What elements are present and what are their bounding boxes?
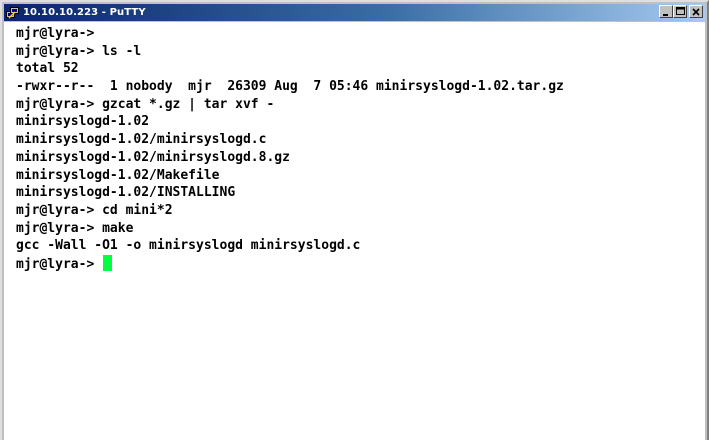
maximize-button[interactable]	[673, 5, 687, 18]
terminal-line: minirsyslogd-1.02/minirsyslogd.8.gz	[16, 149, 290, 165]
terminal-line: minirsyslogd-1.02	[16, 114, 150, 130]
close-icon	[692, 7, 700, 16]
terminal-prompt-line[interactable]: mjr@lyra->	[16, 254, 705, 273]
terminal-line: mjr@lyra-> cd mini*2	[16, 202, 173, 218]
terminal-line: minirsyslogd-1.02/Makefile	[16, 167, 220, 183]
window-title: 10.10.10.223 - PuTTY	[23, 7, 146, 18]
putty-window: 10.10.10.223 - PuTTY mjr@lyra-> mjr@lyra…	[0, 0, 709, 440]
terminal-line: mjr@lyra-> gzcat *.gz | tar xvf -	[16, 96, 275, 112]
terminal-line: minirsyslogd-1.02/INSTALLING	[16, 185, 236, 201]
close-button[interactable]	[689, 5, 703, 18]
maximize-icon	[675, 7, 685, 15]
minimize-button[interactable]	[659, 5, 673, 18]
terminal-cursor	[103, 254, 113, 271]
terminal-line: gcc -Wall -O1 -o minirsyslogd minirsyslo…	[16, 238, 361, 254]
terminal-output: mjr@lyra-> mjr@lyra-> ls -l total 52 -rw…	[16, 25, 705, 273]
terminal-line: mjr@lyra-> make	[16, 220, 134, 236]
terminal-line: mjr@lyra->	[16, 26, 95, 41]
terminal-line: mjr@lyra-> ls -l	[16, 43, 142, 59]
terminal-area[interactable]: mjr@lyra-> mjr@lyra-> ls -l total 52 -rw…	[4, 22, 705, 440]
putty-icon[interactable]	[6, 6, 19, 19]
window-controls	[659, 5, 703, 18]
minimize-icon	[663, 13, 668, 16]
title-bar[interactable]: 10.10.10.223 - PuTTY	[4, 4, 705, 21]
terminal-line: total 52	[16, 61, 79, 77]
terminal-prompt: mjr@lyra->	[16, 256, 103, 272]
terminal-line: -rwxr--r-- 1 nobody mjr 26309 Aug 7 05:4…	[16, 79, 564, 95]
terminal-line: minirsyslogd-1.02/minirsyslogd.c	[16, 132, 267, 148]
